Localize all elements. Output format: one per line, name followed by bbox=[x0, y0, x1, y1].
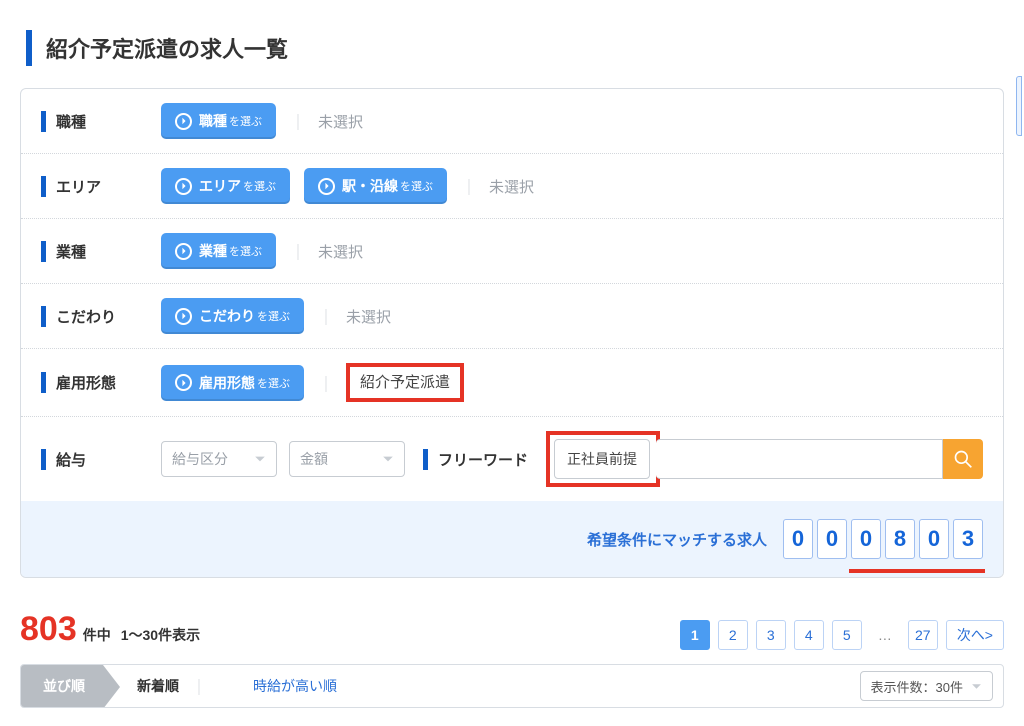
counter-digit: 0 bbox=[851, 519, 881, 559]
divider-icon: ｜ bbox=[461, 174, 477, 198]
page-next[interactable]: 次へ> bbox=[946, 620, 1004, 650]
label-employment: 雇用形態 bbox=[41, 372, 161, 393]
filter-row-area: エリア エリアを選ぶ 駅・沿線を選ぶ ｜ 未選択 bbox=[21, 153, 1003, 218]
select-industry-button[interactable]: 業種を選ぶ bbox=[161, 233, 276, 269]
counter-digit: 0 bbox=[817, 519, 847, 559]
label-area: エリア bbox=[41, 176, 161, 197]
highlight-underline bbox=[849, 569, 985, 573]
page-4[interactable]: 4 bbox=[794, 620, 824, 650]
page-3[interactable]: 3 bbox=[756, 620, 786, 650]
value-area: 未選択 bbox=[489, 176, 534, 197]
page-5[interactable]: 5 bbox=[832, 620, 862, 650]
highlight-freeword-input bbox=[546, 431, 660, 487]
counter-digit: 3 bbox=[953, 519, 983, 559]
search-button[interactable] bbox=[943, 439, 983, 479]
arrow-right-circle-icon bbox=[175, 243, 192, 260]
arrow-right-circle-icon bbox=[175, 178, 192, 195]
label-freeword: フリーワード bbox=[423, 449, 528, 470]
page-last[interactable]: 27 bbox=[908, 620, 938, 650]
arrow-right-circle-icon bbox=[175, 113, 192, 130]
select-preference-button[interactable]: こだわりを選ぶ bbox=[161, 298, 304, 334]
label-salary: 給与 bbox=[41, 449, 161, 470]
divider-icon: ｜ bbox=[290, 239, 306, 263]
results-total: 803 bbox=[20, 610, 77, 649]
value-employment: 紹介予定派遣 bbox=[360, 374, 450, 391]
select-employment-button[interactable]: 雇用形態を選ぶ bbox=[161, 365, 304, 401]
page-ellipsis: … bbox=[870, 620, 900, 650]
page-title: 紹介予定派遣の求人一覧 bbox=[26, 30, 1004, 66]
results-unit: 件中 bbox=[83, 625, 111, 645]
chevron-down-icon bbox=[254, 453, 266, 465]
per-page-select[interactable]: 表示件数：30件 bbox=[860, 671, 993, 701]
sort-newest[interactable]: 新着順 bbox=[137, 676, 179, 696]
salary-amount-select[interactable]: 金額 bbox=[289, 441, 405, 477]
counter-digit: 8 bbox=[885, 519, 915, 559]
highlight-employment-value: 紹介予定派遣 bbox=[346, 363, 464, 402]
value-industry: 未選択 bbox=[318, 241, 363, 262]
select-area-button[interactable]: エリアを選ぶ bbox=[161, 168, 290, 204]
arrow-right-circle-icon bbox=[318, 178, 335, 195]
search-icon bbox=[953, 449, 973, 469]
select-station-line-button[interactable]: 駅・沿線を選ぶ bbox=[304, 168, 447, 204]
arrow-right-circle-icon bbox=[175, 374, 192, 391]
pager: 1 2 3 4 5 … 27 次へ> bbox=[680, 620, 1004, 650]
select-job-type-button[interactable]: 職種を選ぶ bbox=[161, 103, 276, 139]
page-1[interactable]: 1 bbox=[680, 620, 710, 650]
filter-row-employment: 雇用形態 雇用形態を選ぶ ｜ 紹介予定派遣 bbox=[21, 348, 1003, 416]
page-2[interactable]: 2 bbox=[718, 620, 748, 650]
label-preference: こだわり bbox=[41, 306, 161, 327]
match-count-bar: 希望条件にマッチする求人 0 0 0 8 0 3 bbox=[21, 501, 1003, 577]
sort-wage-high[interactable]: 時給が高い順 bbox=[253, 676, 337, 696]
value-job-type: 未選択 bbox=[318, 111, 363, 132]
counter-digit: 0 bbox=[783, 519, 813, 559]
sort-bar: 並び順 新着順 ｜ 時給が高い順 表示件数：30件 bbox=[20, 664, 1004, 708]
divider-icon: ｜ bbox=[318, 371, 334, 395]
arrow-right-circle-icon bbox=[175, 308, 192, 325]
freeword-input-extra[interactable] bbox=[656, 439, 943, 479]
filter-row-industry: 業種 業種を選ぶ ｜ 未選択 bbox=[21, 218, 1003, 283]
divider-icon: ｜ bbox=[290, 109, 306, 133]
side-panel-edge bbox=[1016, 76, 1022, 136]
label-job-type: 職種 bbox=[41, 111, 161, 132]
freeword-input[interactable] bbox=[554, 439, 650, 479]
filter-row-preference: こだわり こだわりを選ぶ ｜ 未選択 bbox=[21, 283, 1003, 348]
label-industry: 業種 bbox=[41, 241, 161, 262]
filter-row-salary-freeword: 給与 給与区分 金額 フリーワード bbox=[21, 416, 1003, 501]
filter-row-job-type: 職種 職種を選ぶ ｜ 未選択 bbox=[21, 89, 1003, 153]
sort-head: 並び順 bbox=[21, 665, 103, 707]
divider-icon: ｜ bbox=[318, 304, 334, 328]
counter-digit: 0 bbox=[919, 519, 949, 559]
chevron-down-icon bbox=[382, 453, 394, 465]
divider-icon: ｜ bbox=[191, 674, 207, 698]
search-filter-card: 職種 職種を選ぶ ｜ 未選択 エリア エリアを選ぶ 駅・沿線を選ぶ ｜ 未選択 … bbox=[20, 88, 1004, 578]
results-header: 803 件中 1〜30件表示 1 2 3 4 5 … 27 次へ> bbox=[20, 610, 1004, 650]
match-count-label: 希望条件にマッチする求人 bbox=[587, 529, 767, 550]
match-counter: 0 0 0 8 0 3 bbox=[783, 519, 983, 559]
salary-type-select[interactable]: 給与区分 bbox=[161, 441, 277, 477]
value-preference: 未選択 bbox=[346, 306, 391, 327]
chevron-down-icon bbox=[971, 681, 982, 692]
results-range: 1〜30件表示 bbox=[121, 625, 200, 645]
